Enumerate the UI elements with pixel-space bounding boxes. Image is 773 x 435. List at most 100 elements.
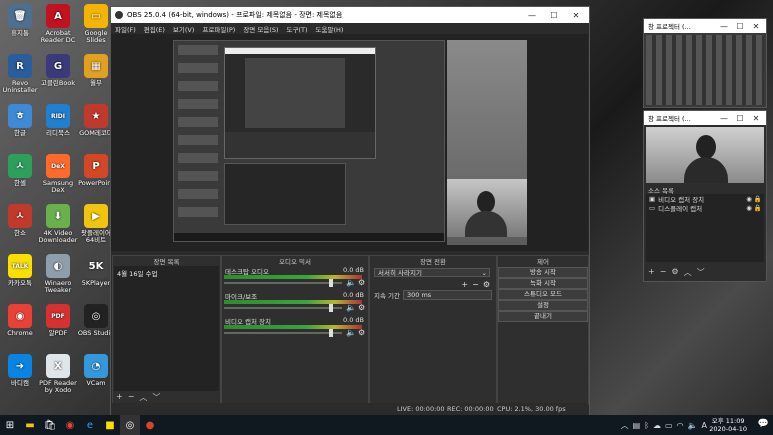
- desktop-icon[interactable]: RIDI 리디북스: [38, 104, 78, 137]
- menu-profile[interactable]: 프로파일(P): [202, 24, 235, 34]
- studio-mode-button[interactable]: 스튜디오 모드: [498, 289, 588, 300]
- exit-button[interactable]: 끝내기: [498, 311, 588, 322]
- mixer-title: 오디오 믹서: [279, 258, 311, 266]
- sticky-notes-icon[interactable]: ■: [100, 415, 120, 435]
- remove-source-button[interactable]: −: [660, 267, 667, 278]
- projector-bottom-titlebar[interactable]: 창 프로젝터 (... — ☐ ✕: [644, 111, 766, 125]
- desktop-icon[interactable]: ➜ 바디캠: [0, 354, 40, 387]
- menu-tools[interactable]: 도구(T): [287, 24, 308, 34]
- menu-file[interactable]: 파일(F): [115, 24, 136, 34]
- network-icon[interactable]: ▤: [633, 421, 641, 430]
- desktop-icon[interactable]: ◐ Winaero Tweaker: [38, 254, 78, 294]
- desktop-icon[interactable]: R Revo Uninstaller: [0, 54, 40, 94]
- start-recording-button[interactable]: 녹화 시작: [498, 278, 588, 289]
- volume-icon[interactable]: 🔈: [688, 421, 698, 430]
- menu-help[interactable]: 도움말(H): [316, 24, 344, 34]
- desktop-icon[interactable]: X PDF Reader by Xodo: [38, 354, 78, 394]
- volume-slider-handle[interactable]: [329, 279, 333, 287]
- desktop-icon[interactable]: ㅎ 한글: [0, 104, 40, 137]
- desktop-icon[interactable]: ㅅ 한셀: [0, 154, 40, 187]
- menu-view[interactable]: 보기(V): [173, 24, 194, 34]
- projector-top-titlebar[interactable]: 창 프로젝터 (... — ☐ ✕: [644, 19, 766, 33]
- maximize-button[interactable]: ☐: [543, 7, 565, 23]
- language-icon[interactable]: A: [702, 421, 707, 430]
- clock[interactable]: 오후 11:09 2020-04-10: [709, 417, 747, 433]
- volume-slider[interactable]: [224, 279, 342, 287]
- desktop-icon[interactable]: ⬇ 4K Video Downloader: [38, 204, 78, 244]
- gear-icon[interactable]: ⚙: [358, 328, 365, 337]
- chrome-icon[interactable]: ◉: [60, 415, 80, 435]
- obs-titlebar[interactable]: OBS 25.0.4 (64-bit, windows) - 프로파일: 제목없…: [111, 7, 589, 23]
- speaker-icon[interactable]: 🔈: [346, 278, 356, 287]
- gear-icon[interactable]: ⚙: [671, 267, 678, 278]
- projector-top-maximize[interactable]: ☐: [732, 19, 748, 33]
- file-explorer-icon[interactable]: ▬: [20, 415, 40, 435]
- bluetooth-icon[interactable]: ᛒ: [644, 421, 649, 430]
- start-streaming-button[interactable]: 방송 시작: [498, 267, 588, 278]
- desktop-icon[interactable]: DeX Samsung DeX: [38, 154, 78, 194]
- desktop-icon[interactable]: G 고클린Book: [38, 54, 78, 87]
- move-up-icon[interactable]: ︿: [139, 392, 147, 403]
- add-scene-button[interactable]: +: [116, 392, 123, 403]
- add-source-button[interactable]: +: [648, 267, 655, 278]
- desktop-icon[interactable]: ◉ Chrome: [0, 304, 40, 337]
- move-up-icon[interactable]: ︿: [684, 267, 692, 278]
- desktop-icon[interactable]: TALK 카카오톡: [0, 254, 40, 287]
- settings-button[interactable]: 설정: [498, 300, 588, 311]
- move-down-icon[interactable]: ﹀: [152, 392, 160, 403]
- lock-icon[interactable]: 🔒: [754, 195, 762, 203]
- scenes-toolbar: + − ︿ ﹀: [116, 392, 160, 403]
- edge-icon[interactable]: e: [80, 415, 100, 435]
- controls-title: 제어: [537, 258, 549, 266]
- minimize-button[interactable]: —: [521, 7, 543, 23]
- source-item[interactable]: ▭ 디스플레이 캡처 ◉ 🔒: [646, 203, 764, 213]
- gear-icon[interactable]: ⚙: [358, 303, 365, 312]
- powerpoint-taskbar-icon[interactable]: ●: [140, 415, 160, 435]
- chevron-up-icon[interactable]: ︿: [621, 420, 629, 431]
- scene-item[interactable]: 4월 16일 수업: [114, 266, 219, 280]
- preview-canvas[interactable]: [111, 34, 588, 251]
- projector-bottom-maximize[interactable]: ☐: [732, 111, 748, 125]
- desktop-icon[interactable]: PDF 알PDF: [38, 304, 78, 337]
- menu-scene-collection[interactable]: 장면 모음(S): [243, 24, 278, 34]
- projector-top-close[interactable]: ✕: [748, 19, 764, 33]
- controls-dock: 제어 방송 시작 녹화 시작 스튜디오 모드 설정 끝내기: [497, 255, 589, 405]
- volume-slider[interactable]: [224, 329, 342, 337]
- gear-icon[interactable]: ⚙: [358, 278, 365, 287]
- desktop-icon[interactable]: A Acrobat Reader DC: [38, 4, 78, 44]
- windows-start-icon[interactable]: ⊞: [0, 415, 20, 435]
- move-down-icon[interactable]: ﹀: [697, 267, 705, 278]
- projector-bottom-minimize[interactable]: —: [716, 111, 732, 125]
- eye-icon[interactable]: ◉: [746, 195, 752, 203]
- obs-taskbar-icon[interactable]: ◎: [120, 415, 140, 435]
- gear-icon[interactable]: ⚙: [483, 280, 490, 289]
- remove-transition-button[interactable]: −: [472, 280, 479, 289]
- menu-edit[interactable]: 편집(E): [144, 24, 165, 34]
- volume-slider-handle[interactable]: [329, 304, 333, 312]
- desktop-icon[interactable]: ㅅ 한쇼: [0, 204, 40, 237]
- projector-bottom-close[interactable]: ✕: [748, 111, 764, 125]
- close-button[interactable]: ✕: [565, 7, 587, 23]
- scenes-title: 장면 목록: [153, 258, 180, 266]
- eye-icon[interactable]: ◉: [746, 204, 752, 212]
- speaker-icon[interactable]: 🔈: [346, 303, 356, 312]
- scenes-dock: 장면 목록 4월 16일 수업 + − ︿ ﹀: [112, 255, 221, 405]
- remove-scene-button[interactable]: −: [128, 392, 135, 403]
- app-icon: ⬇: [46, 204, 70, 228]
- wifi-icon[interactable]: ◠: [677, 421, 684, 430]
- volume-slider[interactable]: [224, 304, 342, 312]
- add-transition-button[interactable]: +: [461, 280, 468, 289]
- projector-top-minimize[interactable]: —: [716, 19, 732, 33]
- speaker-icon[interactable]: 🔈: [346, 328, 356, 337]
- notification-icon[interactable]: 💬: [758, 419, 769, 429]
- desktop-icon[interactable]: 🗑 휴지통: [0, 4, 40, 37]
- cloud-icon[interactable]: ☁: [653, 421, 661, 430]
- desktop-icon-label: Acrobat Reader DC: [40, 29, 76, 44]
- store-icon[interactable]: 🛍: [40, 415, 60, 435]
- battery-icon[interactable]: ▭: [665, 421, 673, 430]
- transition-select[interactable]: 서서히 사라지기 ⌄: [374, 268, 490, 277]
- volume-slider-handle[interactable]: [329, 329, 333, 337]
- duration-input[interactable]: 300 ms: [403, 290, 492, 300]
- app-icon: ◐: [46, 254, 70, 278]
- lock-icon[interactable]: 🔒: [754, 204, 762, 212]
